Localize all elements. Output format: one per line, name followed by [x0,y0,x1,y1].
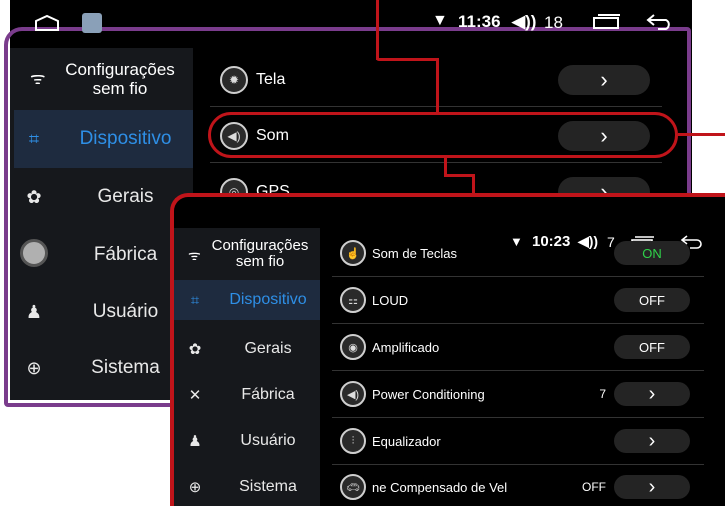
list-item-amplificado[interactable]: ◉ Amplificado OFF [332,324,704,371]
globe-icon: ⊕ [26,357,42,378]
connector-line [678,133,725,136]
car-speed-icon: 🚗︎ [340,474,366,500]
home-icon[interactable] [34,14,60,32]
power-conditioning-value: 7 [599,387,606,401]
app-thumbnail-icon [82,13,102,33]
tools-icon: ✕ [188,387,202,404]
list-item-power-conditioning[interactable]: ◀) Power Conditioning 7 › [332,371,704,418]
loud-icon: ⚏ [340,287,366,313]
compensado-de-vel-value: OFF [582,480,606,494]
list-item-equalizador[interactable]: ⫶ Equalizador › [332,418,704,465]
som-highlight-outline [208,112,678,158]
connector-line [376,58,438,61]
device-icon: ⌗ [190,291,200,309]
volume-level: 18 [544,13,563,32]
wifi-icon: ▼ [432,12,448,29]
open-compensado-de-vel-button[interactable]: › [614,475,690,499]
brightness-icon: ✹ [220,66,248,94]
back-arrow-icon[interactable] [646,13,676,31]
recent-apps-icon[interactable] [592,14,622,30]
amplifier-icon: ◉ [340,334,366,360]
volume-icon: ◀)) [512,12,537,31]
list-item-compensado-de-vel[interactable]: 🚗︎ ne Compensado de Vel OFF › [332,464,704,510]
connector-line [444,174,474,177]
wireless-settings-label[interactable]: Configurações sem fio [50,60,190,98]
connector-line [700,193,725,197]
loud-toggle[interactable]: OFF [614,288,690,312]
gear-icon: ✿ [188,341,202,358]
sidebar-item-fabrica[interactable]: ✕ Fábrica [174,373,320,417]
open-tela-button[interactable]: › [558,65,650,95]
sidebar-item-gerais[interactable]: ✿ Gerais [174,327,320,371]
sidebar-item-dispositivo[interactable]: ⌗ Dispositivo [174,280,320,320]
wrench-icon [14,238,54,272]
gear-icon: ✿ [26,186,42,207]
wifi-settings-icon[interactable]: ᯤ [188,246,201,265]
connector-line [376,0,379,60]
equalizer-icon: ⫶ [340,428,366,454]
touch-icon: ☝ [340,240,366,266]
device-icon: ⌗ [28,128,40,149]
open-power-conditioning-button[interactable]: › [614,382,690,406]
wireless-settings-label[interactable]: Configurações sem fio [200,238,320,270]
som-de-teclas-toggle[interactable]: ON [614,241,690,265]
amplificado-toggle[interactable]: OFF [614,335,690,359]
user-icon: ♟ [25,301,43,322]
list-item-som-de-teclas[interactable]: ☝ Som de Teclas ON [332,230,704,277]
user-icon: ♟ [188,433,202,450]
sidebar-item-usuario[interactable]: ♟ Usuário [174,419,320,463]
status-time: 11:36 [458,12,501,31]
list-item-loud[interactable]: ⚏ LOUD OFF [332,277,704,324]
sidebar-item-sistema[interactable]: ⊕ Sistema [174,465,320,509]
connector-line [436,58,439,112]
sidebar-item-dispositivo[interactable]: ⌗ Dispositivo [14,112,197,166]
connector-line [472,174,475,194]
wifi-settings-icon[interactable]: ᯤ [30,66,46,89]
open-equalizador-button[interactable]: › [614,429,690,453]
speaker-icon: ◀) [340,381,366,407]
globe-icon: ⊕ [188,479,202,496]
